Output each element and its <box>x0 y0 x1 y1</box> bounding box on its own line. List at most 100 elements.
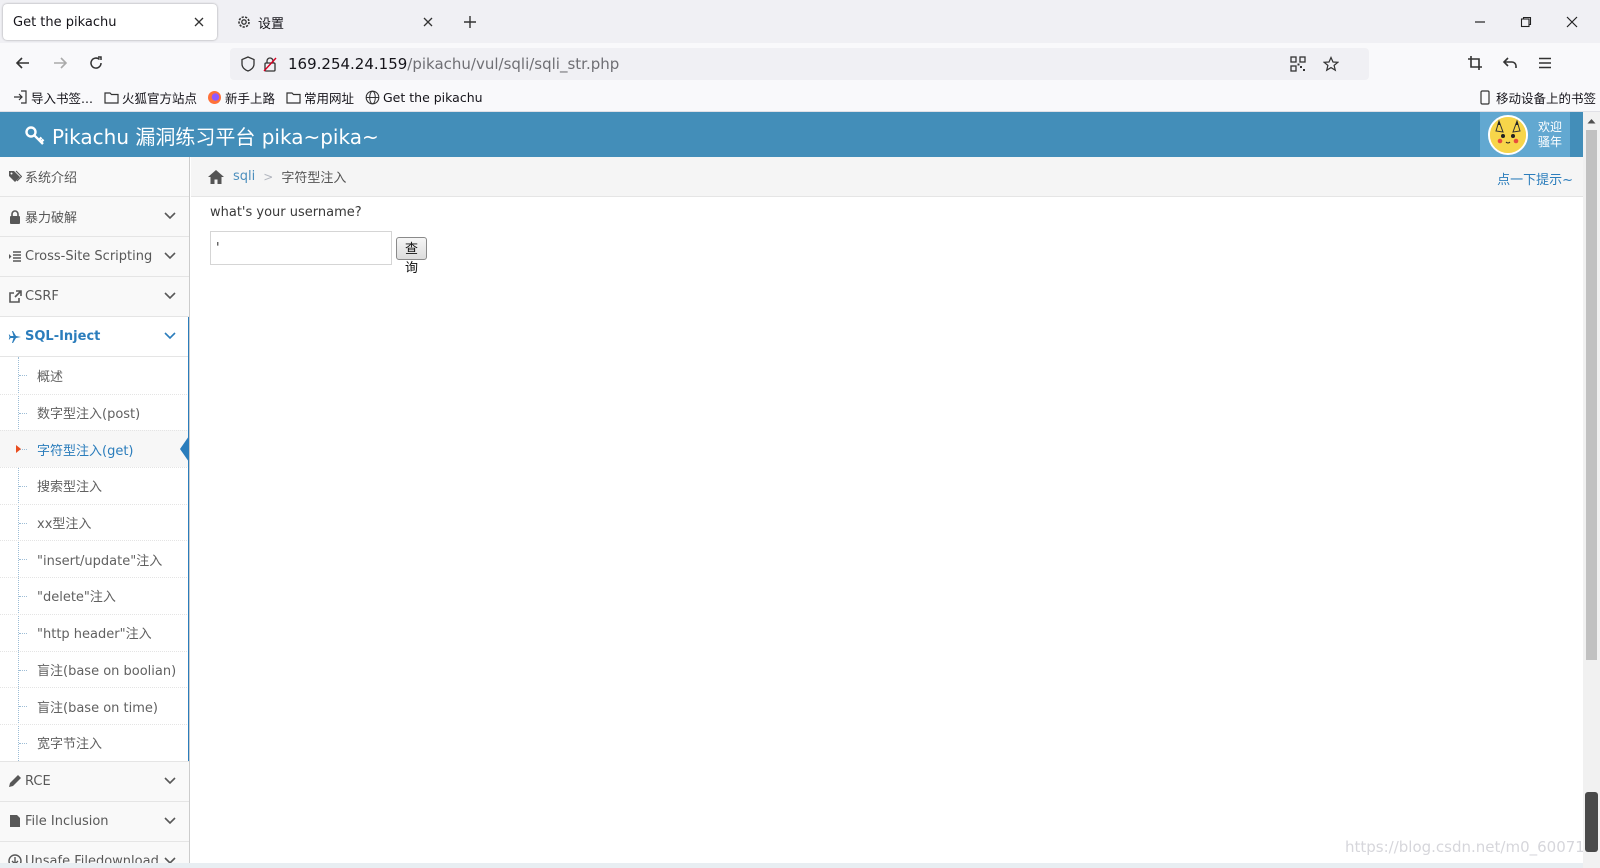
submenu-item-http-header[interactable]: "http header"注入 <box>0 613 189 651</box>
submenu-item-wide-byte[interactable]: 宽字节注入 <box>0 723 189 761</box>
submenu-item-string-get[interactable]: 字符型注入(get) <box>0 430 189 468</box>
bookmarks-toolbar: 导入书签... 火狐官方站点 新手上路 常用网址 Get the pikachu… <box>0 83 1600 112</box>
submenu-item-label: "http header"注入 <box>37 627 152 643</box>
sql-inject-submenu: 概述 数字型注入(post) 字符型注入(get) 搜索型注入 xx型注入 "i… <box>0 357 189 762</box>
submenu-item-xx[interactable]: xx型注入 <box>0 503 189 541</box>
close-icon[interactable] <box>420 14 436 30</box>
bookmark-label: Get the pikachu <box>383 89 483 105</box>
chevron-down-icon <box>163 814 177 828</box>
welcome-text: 欢迎 骚年 <box>1538 120 1562 150</box>
address-bar[interactable]: 169.254.24.159/pikachu/vul/sqli/sqli_str… <box>230 48 1369 80</box>
key-icon <box>24 124 48 148</box>
undo-icon[interactable] <box>1498 51 1522 75</box>
close-icon[interactable] <box>191 14 207 30</box>
sidebar: 系统介绍 暴力破解 Cross-Site Scripting CSRF SQL-… <box>0 157 190 868</box>
sidebar-item-label: CSRF <box>25 289 59 304</box>
app-title[interactable]: Pikachu 漏洞练习平台 pika~pika~ <box>24 121 379 150</box>
bookmark-getting-started[interactable]: 新手上路 <box>206 88 275 106</box>
hint-link[interactable]: 点一下提示~ <box>1497 169 1573 188</box>
sidebar-item-file-inclusion[interactable]: File Inclusion <box>0 801 189 842</box>
minimize-button[interactable] <box>1468 10 1492 34</box>
indent-icon <box>7 249 23 265</box>
breadcrumb: sqli > 字符型注入 点一下提示~ <box>191 157 1583 197</box>
query-button[interactable]: 查询 <box>396 236 428 276</box>
user-menu[interactable]: 欢迎 骚年 <box>1480 112 1570 157</box>
submenu-item-label: 盲注(base on time) <box>37 700 158 716</box>
qr-code-icon[interactable] <box>1288 54 1308 74</box>
new-tab-button[interactable] <box>460 12 480 32</box>
insecure-lock-icon[interactable] <box>260 54 280 74</box>
scrollbar-thumb[interactable] <box>1586 130 1597 660</box>
sidebar-item-brute-force[interactable]: 暴力破解 <box>0 197 189 237</box>
window-close-button[interactable] <box>1560 10 1584 34</box>
app-title-text: Pikachu 漏洞练习平台 pika~pika~ <box>52 125 379 149</box>
tab-title: 设置 <box>258 16 285 32</box>
query-form: 查询 <box>210 231 428 276</box>
url-path: /pikachu/vul/sqli/sqli_str.php <box>407 55 620 73</box>
mobile-bookmarks[interactable]: 移动设备上的书签 <box>1477 88 1596 106</box>
bookmark-label: 新手上路 <box>225 90 276 106</box>
submenu-item-insert-update[interactable]: "insert/update"注入 <box>0 540 189 577</box>
share-icon <box>7 289 23 305</box>
sidebar-item-xss[interactable]: Cross-Site Scripting <box>0 237 189 277</box>
submenu-item-blind-time[interactable]: 盲注(base on time) <box>0 687 189 724</box>
submenu-item-label: "delete"注入 <box>37 590 116 606</box>
lock-icon <box>7 209 23 225</box>
chevron-down-icon <box>163 329 177 343</box>
active-pointer-icon <box>180 436 189 463</box>
tab-title: Get the pikachu <box>13 14 117 30</box>
folder-icon <box>285 89 301 105</box>
page-scrollbar[interactable] <box>1583 112 1600 868</box>
sidebar-item-system-intro[interactable]: 系统介绍 <box>0 157 189 197</box>
sidebar-item-label: 系统介绍 <box>25 171 78 186</box>
folder-icon <box>103 89 119 105</box>
sidebar-item-label: Cross-Site Scripting <box>25 249 153 264</box>
sidebar-item-label: RCE <box>25 773 51 789</box>
back-button[interactable] <box>11 51 35 75</box>
bookmark-firefox-site[interactable]: 火狐官方站点 <box>103 88 197 106</box>
chevron-down-icon <box>163 249 177 263</box>
caret-right-icon <box>16 445 21 454</box>
submenu-item-label: 宽字节注入 <box>37 737 103 753</box>
overlay-widget <box>1585 792 1598 852</box>
submenu-item-search[interactable]: 搜索型注入 <box>0 467 189 504</box>
import-icon <box>12 89 28 105</box>
bookmark-label: 导入书签... <box>31 90 93 106</box>
username-input[interactable] <box>210 231 392 265</box>
tab-settings[interactable]: 设置 <box>226 4 446 40</box>
tab-get-the-pikachu[interactable]: Get the pikachu <box>3 4 217 40</box>
breadcrumb-link-sqli[interactable]: sqli <box>233 169 255 184</box>
avatar <box>1488 114 1528 155</box>
bookmark-get-the-pikachu[interactable]: Get the pikachu <box>364 88 483 106</box>
plane-icon <box>7 329 23 345</box>
submenu-item-overview[interactable]: 概述 <box>0 357 189 394</box>
bookmark-import[interactable]: 导入书签... <box>12 88 93 106</box>
restore-button[interactable] <box>1514 10 1538 34</box>
welcome-line-1: 欢迎 <box>1538 119 1563 134</box>
firefox-icon <box>206 89 222 105</box>
sidebar-item-sql-inject[interactable]: SQL-Inject <box>0 317 189 357</box>
bookmark-common-sites[interactable]: 常用网址 <box>285 88 354 106</box>
submenu-item-blind-boolean[interactable]: 盲注(base on boolian) <box>0 650 189 688</box>
bookmark-label: 移动设备上的书签 <box>1496 90 1597 106</box>
bookmark-star-icon[interactable] <box>1321 54 1341 74</box>
watermark: https://blog.csdn.net/m0_60071324 <box>1345 838 1583 856</box>
sidebar-item-rce[interactable]: RCE <box>0 761 189 802</box>
menu-icon[interactable] <box>1533 51 1557 75</box>
screenshot-crop-icon[interactable] <box>1463 51 1487 75</box>
submenu-item-label: 数字型注入(post) <box>37 407 141 423</box>
main-content: what's your username? 查询 <box>210 205 428 276</box>
submenu-item-label: xx型注入 <box>37 517 92 533</box>
scroll-up-icon[interactable] <box>1583 112 1600 129</box>
globe-icon <box>364 89 380 105</box>
submenu-item-numeric-post[interactable]: 数字型注入(post) <box>0 393 189 431</box>
sidebar-item-csrf[interactable]: CSRF <box>0 277 189 317</box>
submenu-item-delete[interactable]: "delete"注入 <box>0 577 189 614</box>
welcome-line-2: 骚年 <box>1538 134 1563 149</box>
home-icon[interactable] <box>207 168 225 186</box>
file-icon <box>7 813 23 829</box>
page-viewport: Pikachu 漏洞练习平台 pika~pika~ 欢迎 骚年 系统介绍 暴力破… <box>0 112 1583 868</box>
forward-button[interactable] <box>48 51 72 75</box>
shield-icon[interactable] <box>238 54 258 74</box>
reload-button[interactable] <box>84 51 108 75</box>
